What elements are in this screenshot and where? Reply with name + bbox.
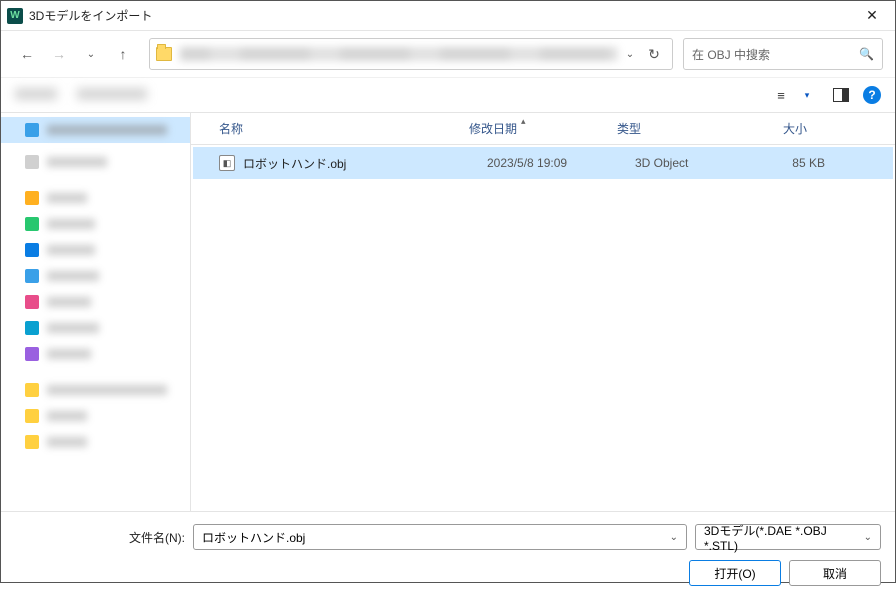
search-placeholder: 在 OBJ 中搜索: [692, 46, 859, 63]
nav-back-button[interactable]: ←: [13, 40, 41, 68]
view-list-button[interactable]: ≡: [767, 83, 795, 107]
sidebar-item[interactable]: [1, 315, 190, 341]
filename-label: 文件名(N):: [15, 529, 185, 546]
nav-recent-dropdown[interactable]: ⌄: [77, 40, 105, 68]
nav-forward-button[interactable]: →: [45, 40, 73, 68]
preview-pane-button[interactable]: [827, 83, 855, 107]
search-input[interactable]: 在 OBJ 中搜索 🔍: [683, 38, 883, 70]
filter-text: 3Dモデル(*.DAE *.OBJ *.STL): [704, 522, 864, 553]
sidebar-item[interactable]: [1, 211, 190, 237]
sidebar-item[interactable]: [1, 403, 190, 429]
close-button[interactable]: ✕: [849, 1, 895, 31]
sidebar-item[interactable]: [1, 341, 190, 367]
path-text: [180, 47, 618, 61]
filename-value: ロボットハンド.obj: [202, 529, 305, 546]
column-date[interactable]: 修改日期: [469, 120, 617, 137]
open-button[interactable]: 打开(O): [689, 560, 781, 586]
window-title: 3Dモデルをインポート: [29, 7, 152, 24]
view-dropdown[interactable]: ▾: [793, 83, 821, 107]
file-3d-icon: ◧: [219, 155, 235, 171]
column-size[interactable]: 大小: [733, 120, 807, 137]
column-name[interactable]: 名称: [219, 120, 469, 137]
folder-icon: [156, 47, 172, 61]
file-type: 3D Object: [635, 156, 751, 170]
refresh-button[interactable]: ↻: [642, 46, 666, 63]
sidebar-item[interactable]: [1, 185, 190, 211]
path-dropdown[interactable]: ⌄: [618, 49, 642, 60]
address-bar[interactable]: ⌄ ↻: [149, 38, 673, 70]
help-icon[interactable]: ?: [863, 86, 881, 104]
filetype-filter[interactable]: 3Dモデル(*.DAE *.OBJ *.STL) ⌄: [695, 524, 881, 550]
app-icon: W: [7, 8, 23, 24]
column-headers[interactable]: ▴ 名称 修改日期 类型 大小: [191, 113, 895, 145]
sidebar-item[interactable]: [1, 377, 190, 403]
cancel-button[interactable]: 取消: [789, 560, 881, 586]
nav-sidebar: [1, 113, 191, 511]
search-icon: 🔍: [859, 47, 874, 61]
sidebar-item[interactable]: [1, 263, 190, 289]
file-name: ロボットハンド.obj: [243, 155, 487, 172]
file-date: 2023/5/8 19:09: [487, 156, 635, 170]
file-row[interactable]: ◧ ロボットハンド.obj 2023/5/8 19:09 3D Object 8…: [193, 147, 893, 179]
column-type[interactable]: 类型: [617, 120, 733, 137]
sidebar-item[interactable]: [1, 117, 190, 143]
sidebar-item[interactable]: [1, 149, 190, 175]
sidebar-item[interactable]: [1, 429, 190, 455]
file-size: 85 KB: [751, 156, 825, 170]
sort-indicator-icon: ▴: [521, 116, 526, 127]
sidebar-item[interactable]: [1, 237, 190, 263]
sidebar-item[interactable]: [1, 289, 190, 315]
filename-input[interactable]: ロボットハンド.obj ⌄: [193, 524, 687, 550]
organize-menu[interactable]: [15, 88, 155, 102]
chevron-down-icon[interactable]: ⌄: [864, 532, 872, 543]
chevron-down-icon[interactable]: ⌄: [670, 532, 678, 543]
nav-up-button[interactable]: ↑: [109, 40, 137, 68]
